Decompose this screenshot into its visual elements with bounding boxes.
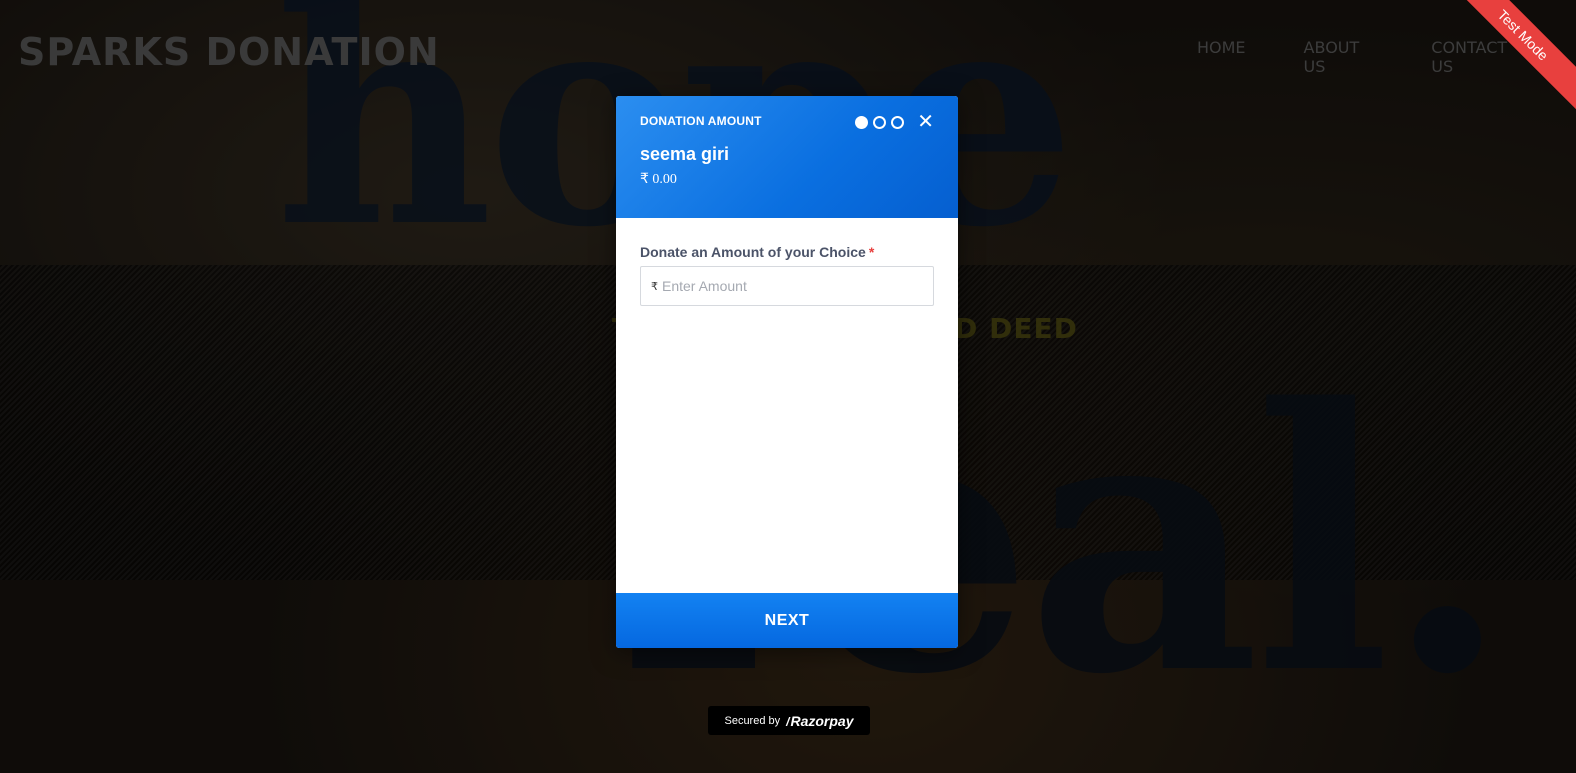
amount-display: ₹ 0.00 xyxy=(640,172,677,187)
donation-modal: DONATION AMOUNT ✕ seema giri ₹ 0.00 Dona… xyxy=(616,96,958,648)
close-icon[interactable]: ✕ xyxy=(917,111,934,131)
amount-field-label: Donate an Amount of your Choice * xyxy=(640,244,934,260)
amount-input[interactable] xyxy=(662,278,933,294)
razorpay-mark-icon: / xyxy=(786,714,790,729)
amount-input-wrapper[interactable]: ₹ xyxy=(640,266,934,306)
rupee-icon: ₹ xyxy=(651,280,658,293)
secured-by-text: Secured by xyxy=(724,714,781,727)
razorpay-logo: /Razorpay xyxy=(786,713,853,729)
step-indicator xyxy=(855,116,904,129)
secured-by-badge[interactable]: Secured by /Razorpay xyxy=(708,706,870,735)
amount-field-label-text: Donate an Amount of your Choice xyxy=(640,244,866,260)
step-dot-2 xyxy=(873,116,886,129)
step-dot-1 xyxy=(855,116,868,129)
modal-header: DONATION AMOUNT ✕ seema giri ₹ 0.00 xyxy=(616,96,958,218)
step-dot-3 xyxy=(891,116,904,129)
razorpay-brand-text: Razorpay xyxy=(790,712,854,729)
modal-body: Donate an Amount of your Choice * ₹ xyxy=(616,218,958,306)
required-mark: * xyxy=(868,244,875,260)
next-button[interactable]: NEXT xyxy=(616,593,958,648)
merchant-name: seema giri xyxy=(640,144,730,164)
